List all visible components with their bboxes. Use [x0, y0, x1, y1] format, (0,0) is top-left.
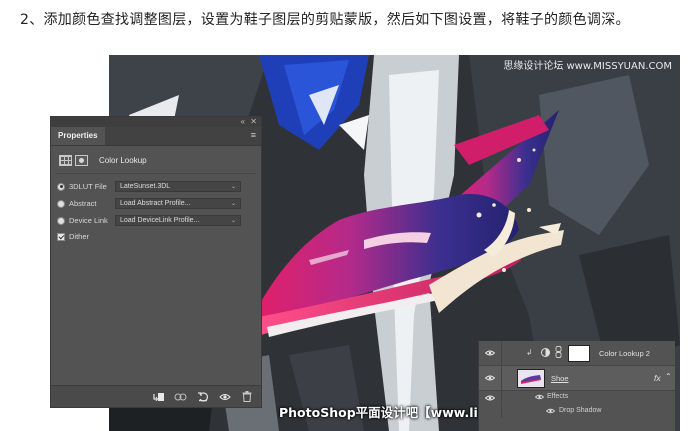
view-previous-state-button[interactable]: [173, 390, 189, 404]
instruction-text: 2、添加颜色查找调整图层，设置为鞋子图层的剪贴蒙版，然后如下图设置，将鞋子的颜色…: [20, 12, 630, 28]
adjustment-header: Color Lookup: [59, 153, 147, 167]
divider: [55, 173, 257, 174]
panel-menu-icon[interactable]: ≡: [251, 130, 256, 140]
eye-previous-icon: [174, 393, 187, 400]
clipping-arrow-icon: ↲: [526, 348, 533, 357]
layer-thumbnail[interactable]: [517, 369, 545, 388]
toggle-visibility-button[interactable]: [217, 390, 233, 404]
properties-panel: « ✕ Properties ≡ Color Lookup 3DLUT File…: [50, 116, 262, 408]
drop-shadow-label: Drop Shadow: [559, 407, 602, 414]
layer-row-shoe[interactable]: Shoe fx ⌃: [479, 366, 675, 391]
select-device-link[interactable]: Load DeviceLink Profile... ⌄: [115, 215, 241, 226]
visibility-eye-icon[interactable]: [485, 375, 495, 381]
adjustment-title: Color Lookup: [99, 155, 147, 165]
reset-button[interactable]: [195, 390, 211, 404]
panel-tab-bar: Properties ≡: [51, 127, 261, 146]
label-abstract: Abstract: [69, 199, 97, 208]
label-3dlut-file: 3DLUT File: [69, 182, 107, 191]
panel-footer: [51, 385, 261, 407]
delete-button[interactable]: [239, 390, 255, 404]
radio-abstract[interactable]: [57, 199, 65, 208]
chevron-down-icon: ⌄: [230, 184, 236, 190]
reset-icon: [198, 392, 208, 402]
dither-checkbox[interactable]: [57, 232, 65, 241]
divider: [501, 366, 502, 390]
label-dither: Dither: [69, 232, 90, 241]
select-device-link-value: Load DeviceLink Profile...: [120, 217, 200, 224]
chevron-down-icon: ⌄: [230, 201, 236, 207]
divider: [501, 341, 502, 365]
layer-name-shoe[interactable]: Shoe: [551, 374, 569, 383]
row-abstract: Abstract Load Abstract Profile... ⌄: [57, 197, 241, 210]
adjustment-layer-icon: [541, 348, 550, 357]
label-device-link: Device Link: [69, 216, 108, 225]
layer-drop-shadow-row[interactable]: Drop Shadow: [479, 405, 675, 418]
adjustment-grid-icon: [59, 154, 72, 166]
effects-label: Effects: [547, 393, 569, 400]
select-3dlut-file[interactable]: LateSunset.3DL ⌄: [115, 181, 241, 192]
link-icon[interactable]: [555, 346, 562, 358]
layer-effects-fx-icon[interactable]: fx: [654, 373, 661, 383]
layer-row-color-lookup[interactable]: ↲ Color Lookup 2: [479, 341, 675, 366]
layer-mask-icon[interactable]: [75, 154, 88, 166]
tab-properties[interactable]: Properties: [51, 127, 105, 145]
layer-effects-row[interactable]: Effects: [479, 391, 675, 404]
layer-name-color-lookup[interactable]: Color Lookup 2: [599, 349, 650, 358]
close-icon[interactable]: ✕: [250, 117, 257, 127]
chevron-up-icon[interactable]: ⌃: [665, 372, 672, 381]
row-3dlut-file: 3DLUT File LateSunset.3DL ⌄: [57, 180, 241, 193]
select-abstract[interactable]: Load Abstract Profile... ⌄: [115, 198, 241, 209]
watermark-top: 思缘设计论坛 www.MISSYUAN.COM: [503, 61, 672, 72]
clip-to-layer-button[interactable]: [151, 390, 167, 404]
drop-shadow-eye-icon[interactable]: [546, 408, 555, 414]
visibility-eye-icon[interactable]: [485, 395, 495, 401]
trash-icon: [242, 391, 252, 402]
select-3dlut-file-value: LateSunset.3DL: [120, 183, 171, 190]
divider: [501, 391, 502, 404]
select-abstract-value: Load Abstract Profile...: [120, 200, 191, 207]
clip-icon: [153, 392, 164, 401]
divider: [501, 405, 502, 418]
row-dither: Dither: [57, 230, 115, 243]
layers-panel: ↲ Color Lookup 2 Shoe fx ⌃ Effects Drop …: [478, 341, 675, 431]
layer-mask-thumbnail[interactable]: [568, 345, 590, 362]
collapse-icon[interactable]: «: [241, 117, 245, 127]
eye-icon: [219, 393, 231, 400]
visibility-eye-icon[interactable]: [485, 350, 495, 356]
shoe-thumbnail-icon: [521, 375, 541, 384]
row-device-link: Device Link Load DeviceLink Profile... ⌄: [57, 214, 241, 227]
effects-eye-icon[interactable]: [535, 394, 544, 400]
radio-3dlut-file[interactable]: [57, 182, 65, 191]
chevron-down-icon: ⌄: [230, 218, 236, 224]
radio-device-link[interactable]: [57, 216, 65, 225]
panel-title-bar[interactable]: « ✕: [51, 117, 261, 127]
